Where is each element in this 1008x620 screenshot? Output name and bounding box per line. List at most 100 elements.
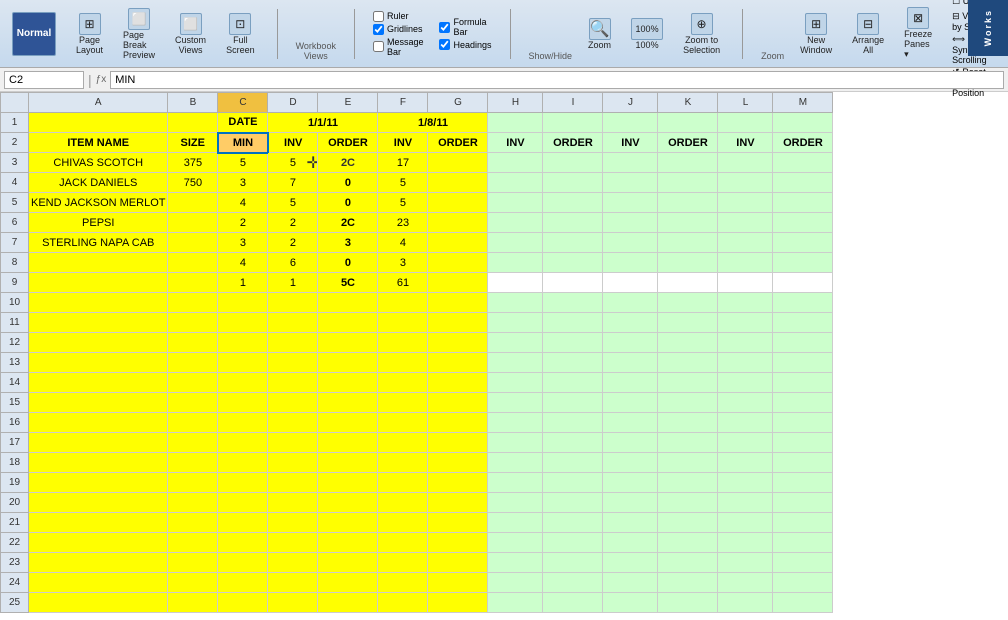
cell-J23[interactable] — [603, 553, 658, 573]
cell-M13[interactable] — [773, 353, 833, 373]
full-screen-button[interactable]: ⊡ Full Screen — [222, 11, 259, 57]
cell-c9[interactable]: 1 — [218, 273, 268, 293]
cell-m1[interactable] — [773, 113, 833, 133]
cell-L18[interactable] — [718, 453, 773, 473]
cell-C21[interactable] — [218, 513, 268, 533]
cell-I24[interactable] — [543, 573, 603, 593]
cell-g8[interactable] — [428, 253, 488, 273]
cell-H19[interactable] — [488, 473, 543, 493]
col-header-c[interactable]: C — [218, 93, 268, 113]
cell-l2[interactable]: INV — [718, 133, 773, 153]
cell-b1[interactable] — [168, 113, 218, 133]
cell-b8[interactable] — [168, 253, 218, 273]
formula-input[interactable] — [110, 71, 1004, 89]
cell-I17[interactable] — [543, 433, 603, 453]
custom-views-button[interactable]: ⬜ Custom Views — [171, 11, 210, 57]
cell-g2[interactable]: ORDER — [428, 133, 488, 153]
cell-I11[interactable] — [543, 313, 603, 333]
cell-h2[interactable]: INV — [488, 133, 543, 153]
cell-a1[interactable] — [29, 113, 168, 133]
cell-E17[interactable] — [318, 433, 378, 453]
cell-F21[interactable] — [378, 513, 428, 533]
cell-C16[interactable] — [218, 413, 268, 433]
cell-e7[interactable]: 3 — [318, 233, 378, 253]
cell-J17[interactable] — [603, 433, 658, 453]
cell-l1[interactable] — [718, 113, 773, 133]
cell-d8[interactable]: 6 — [268, 253, 318, 273]
cell-d1[interactable]: 1/1/11 — [268, 113, 378, 133]
cell-L16[interactable] — [718, 413, 773, 433]
cell-l3[interactable] — [718, 153, 773, 173]
cell-B22[interactable] — [168, 533, 218, 553]
cell-k4[interactable] — [658, 173, 718, 193]
cell-H25[interactable] — [488, 593, 543, 613]
cell-K24[interactable] — [658, 573, 718, 593]
cell-c8[interactable]: 4 — [218, 253, 268, 273]
cell-C17[interactable] — [218, 433, 268, 453]
cell-C23[interactable] — [218, 553, 268, 573]
cell-K23[interactable] — [658, 553, 718, 573]
cell-h3[interactable] — [488, 153, 543, 173]
cell-i2[interactable]: ORDER — [543, 133, 603, 153]
cell-G13[interactable] — [428, 353, 488, 373]
cell-f7[interactable]: 4 — [378, 233, 428, 253]
cell-d3[interactable]: 5 ✛ — [268, 153, 318, 173]
cell-f6[interactable]: 23 — [378, 213, 428, 233]
cell-K20[interactable] — [658, 493, 718, 513]
cell-F25[interactable] — [378, 593, 428, 613]
col-header-h[interactable]: H — [488, 93, 543, 113]
cell-K15[interactable] — [658, 393, 718, 413]
cell-a9[interactable] — [29, 273, 168, 293]
cell-C19[interactable] — [218, 473, 268, 493]
cell-M19[interactable] — [773, 473, 833, 493]
cell-M22[interactable] — [773, 533, 833, 553]
cell-G14[interactable] — [428, 373, 488, 393]
cell-B15[interactable] — [168, 393, 218, 413]
cell-G15[interactable] — [428, 393, 488, 413]
cell-c3[interactable]: 5 — [218, 153, 268, 173]
cell-g5[interactable] — [428, 193, 488, 213]
cell-b2[interactable]: SIZE — [168, 133, 218, 153]
cell-G19[interactable] — [428, 473, 488, 493]
cell-A23[interactable] — [29, 553, 168, 573]
cell-k3[interactable] — [658, 153, 718, 173]
cell-l5[interactable] — [718, 193, 773, 213]
cell-E16[interactable] — [318, 413, 378, 433]
cell-e4[interactable]: 0 — [318, 173, 378, 193]
cell-M10[interactable] — [773, 293, 833, 313]
cell-L14[interactable] — [718, 373, 773, 393]
cell-C25[interactable] — [218, 593, 268, 613]
cell-c2-selected[interactable]: MIN — [218, 133, 268, 153]
cell-m3[interactable] — [773, 153, 833, 173]
cell-j2[interactable]: INV — [603, 133, 658, 153]
cell-I21[interactable] — [543, 513, 603, 533]
cell-K19[interactable] — [658, 473, 718, 493]
cell-E10[interactable] — [318, 293, 378, 313]
cell-C18[interactable] — [218, 453, 268, 473]
cell-I25[interactable] — [543, 593, 603, 613]
cell-c4[interactable]: 3 — [218, 173, 268, 193]
ruler-checkbox[interactable]: Ruler — [373, 11, 424, 22]
cell-f5[interactable]: 5 — [378, 193, 428, 213]
cell-M25[interactable] — [773, 593, 833, 613]
cell-l7[interactable] — [718, 233, 773, 253]
cell-j1[interactable] — [603, 113, 658, 133]
cell-C14[interactable] — [218, 373, 268, 393]
cell-h7[interactable] — [488, 233, 543, 253]
col-header-b[interactable]: B — [168, 93, 218, 113]
new-window-button[interactable]: ⊞ New Window — [796, 11, 836, 57]
cell-I19[interactable] — [543, 473, 603, 493]
cell-A25[interactable] — [29, 593, 168, 613]
cell-J14[interactable] — [603, 373, 658, 393]
cell-A17[interactable] — [29, 433, 168, 453]
zoom-selection-button[interactable]: ⊕ Zoom to Selection — [679, 11, 724, 57]
cell-E14[interactable] — [318, 373, 378, 393]
cell-E23[interactable] — [318, 553, 378, 573]
cell-e8[interactable]: 0 — [318, 253, 378, 273]
cell-f2[interactable]: INV — [378, 133, 428, 153]
cell-b3[interactable]: 375 — [168, 153, 218, 173]
cell-g7[interactable] — [428, 233, 488, 253]
cell-A12[interactable] — [29, 333, 168, 353]
cell-A22[interactable] — [29, 533, 168, 553]
cell-A10[interactable] — [29, 293, 168, 313]
